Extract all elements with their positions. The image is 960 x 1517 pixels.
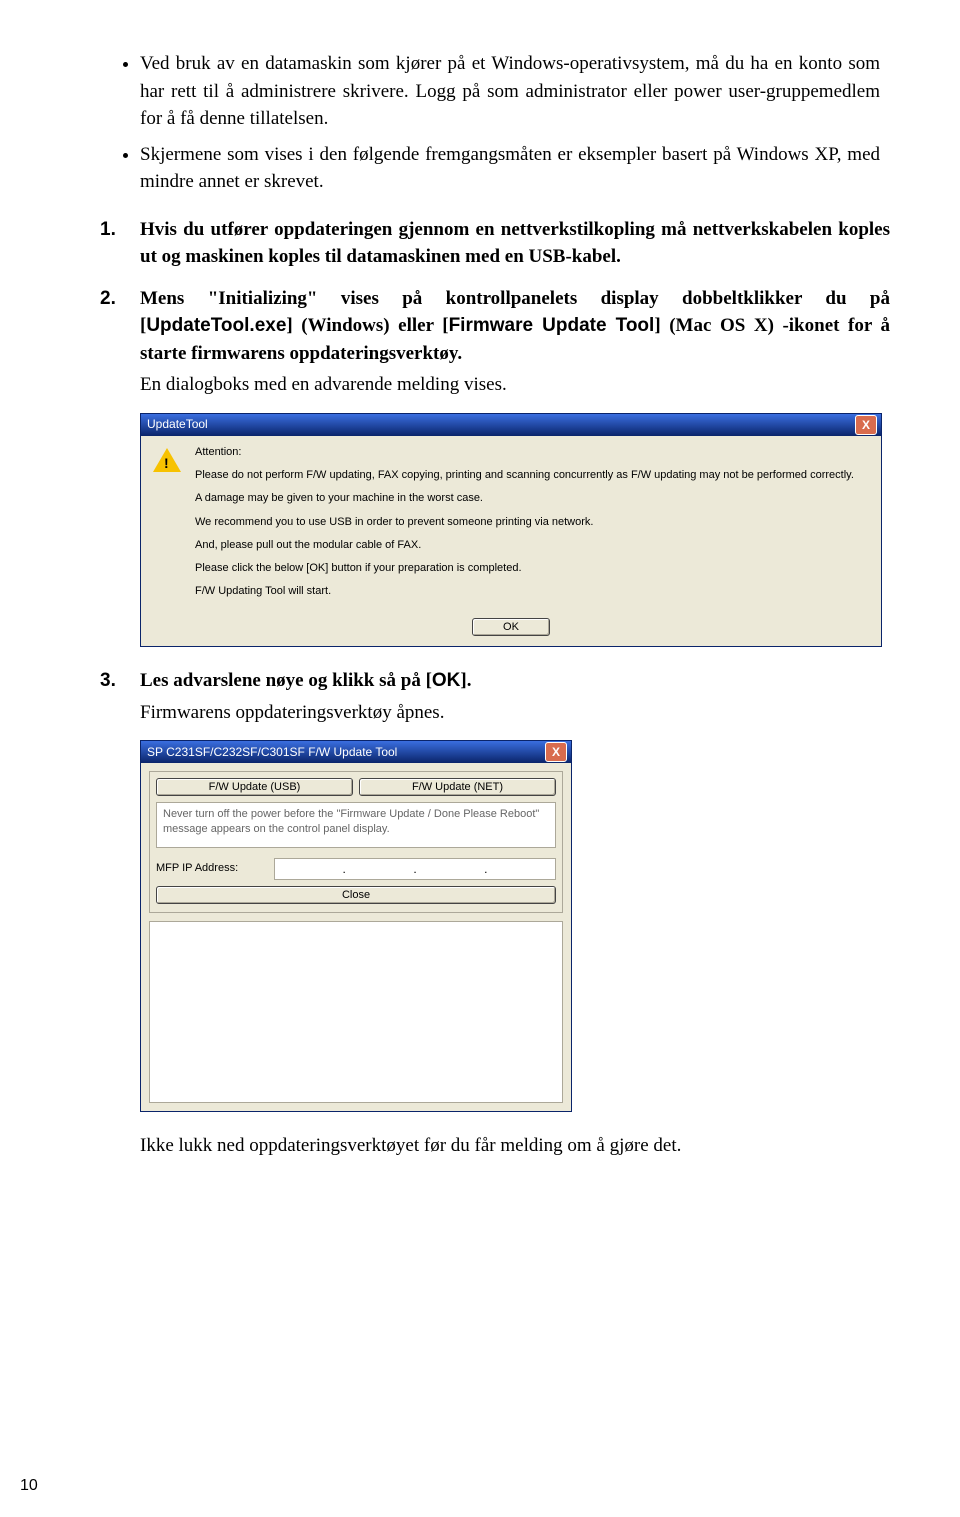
step-number: 3. [100,667,116,695]
dialog-panel: F/W Update (USB) F/W Update (NET) Never … [149,771,563,913]
dialog-line: And, please pull out the modular cable o… [195,539,869,552]
step-3: 3. Les advarslene nøye og klikk så på [O… [100,667,890,726]
step-text: Les advarslene nøye og klikk så på [OK]. [140,667,890,695]
steps-list: 1. Hvis du utfører oppdateringen gjennom… [70,216,890,399]
ip-address-label: MFP IP Address: [156,861,266,877]
close-icon[interactable]: X [855,415,877,435]
close-icon[interactable]: X [545,742,567,762]
dialog-line: F/W Updating Tool will start. [195,585,869,598]
final-note: Ikke lukk ned oppdateringsverktøyet før … [70,1132,890,1160]
page-number: 10 [20,1474,38,1497]
fw-update-net-button[interactable]: F/W Update (NET) [359,778,556,796]
step-number: 1. [100,216,116,244]
dialog-titlebar: UpdateTool X [141,414,881,436]
info-text: Never turn off the power before the "Fir… [156,802,556,848]
ok-button[interactable]: OK [472,618,550,636]
log-area [149,921,563,1103]
step-text: Hvis du utfører oppdateringen gjennom en… [140,216,890,271]
dialog-line: Please do not perform F/W updating, FAX … [195,469,869,482]
step-subtext: En dialogboks med en advarende melding v… [140,371,890,399]
ip-dot: . [342,861,345,878]
step-2: 2. Mens "Initializing" vises på kontroll… [100,285,890,399]
step-subtext: Firmwarens oppdateringsverktøy åpnes. [140,699,890,727]
ip-dot: . [484,861,487,878]
step-fragment: ]. [460,670,471,691]
step-text: Mens "Initializing" vises på kontrollpan… [140,285,890,368]
bullet-item: Ved bruk av en datamaskin som kjører på … [140,50,890,133]
step-number: 2. [100,285,116,313]
step-1: 1. Hvis du utfører oppdateringen gjennom… [100,216,890,271]
firmware-update-tool-label: Firmware Update Tool [449,315,655,336]
close-button[interactable]: Close [156,886,556,904]
steps-list-cont: 3. Les advarslene nøye og klikk så på [O… [70,667,890,726]
dialog-message-area: Attention: Please do not perform F/W upd… [185,446,869,608]
update-tool-exe-label: UpdateTool.exe [146,315,286,336]
step-fragment: ] (Windows) eller [ [286,315,448,336]
attention-heading: Attention: [195,446,869,459]
dialog-title: UpdateTool [145,416,855,433]
dialog-line: Please click the below [OK] button if yo… [195,562,869,575]
step-fragment: Les advarslene nøye og klikk så på [ [140,670,432,691]
intro-bullet-list: Ved bruk av en datamaskin som kjører på … [70,50,890,196]
update-tool-dialog: UpdateTool X Attention: Please do not pe… [140,413,882,647]
ip-address-input[interactable]: . . . [274,858,556,880]
ip-dot: . [413,861,416,878]
dialog-titlebar: SP C231SF/C232SF/C301SF F/W Update Tool … [141,741,571,763]
bullet-item: Skjermene som vises i den følgende fremg… [140,141,890,196]
dialog-title: SP C231SF/C232SF/C301SF F/W Update Tool [145,744,545,761]
warning-icon [153,446,185,608]
fw-update-usb-button[interactable]: F/W Update (USB) [156,778,353,796]
ok-label: OK [432,670,461,691]
dialog-line: A damage may be given to your machine in… [195,492,869,505]
dialog-line: We recommend you to use USB in order to … [195,516,869,529]
fw-update-tool-dialog: SP C231SF/C232SF/C301SF F/W Update Tool … [140,740,572,1112]
